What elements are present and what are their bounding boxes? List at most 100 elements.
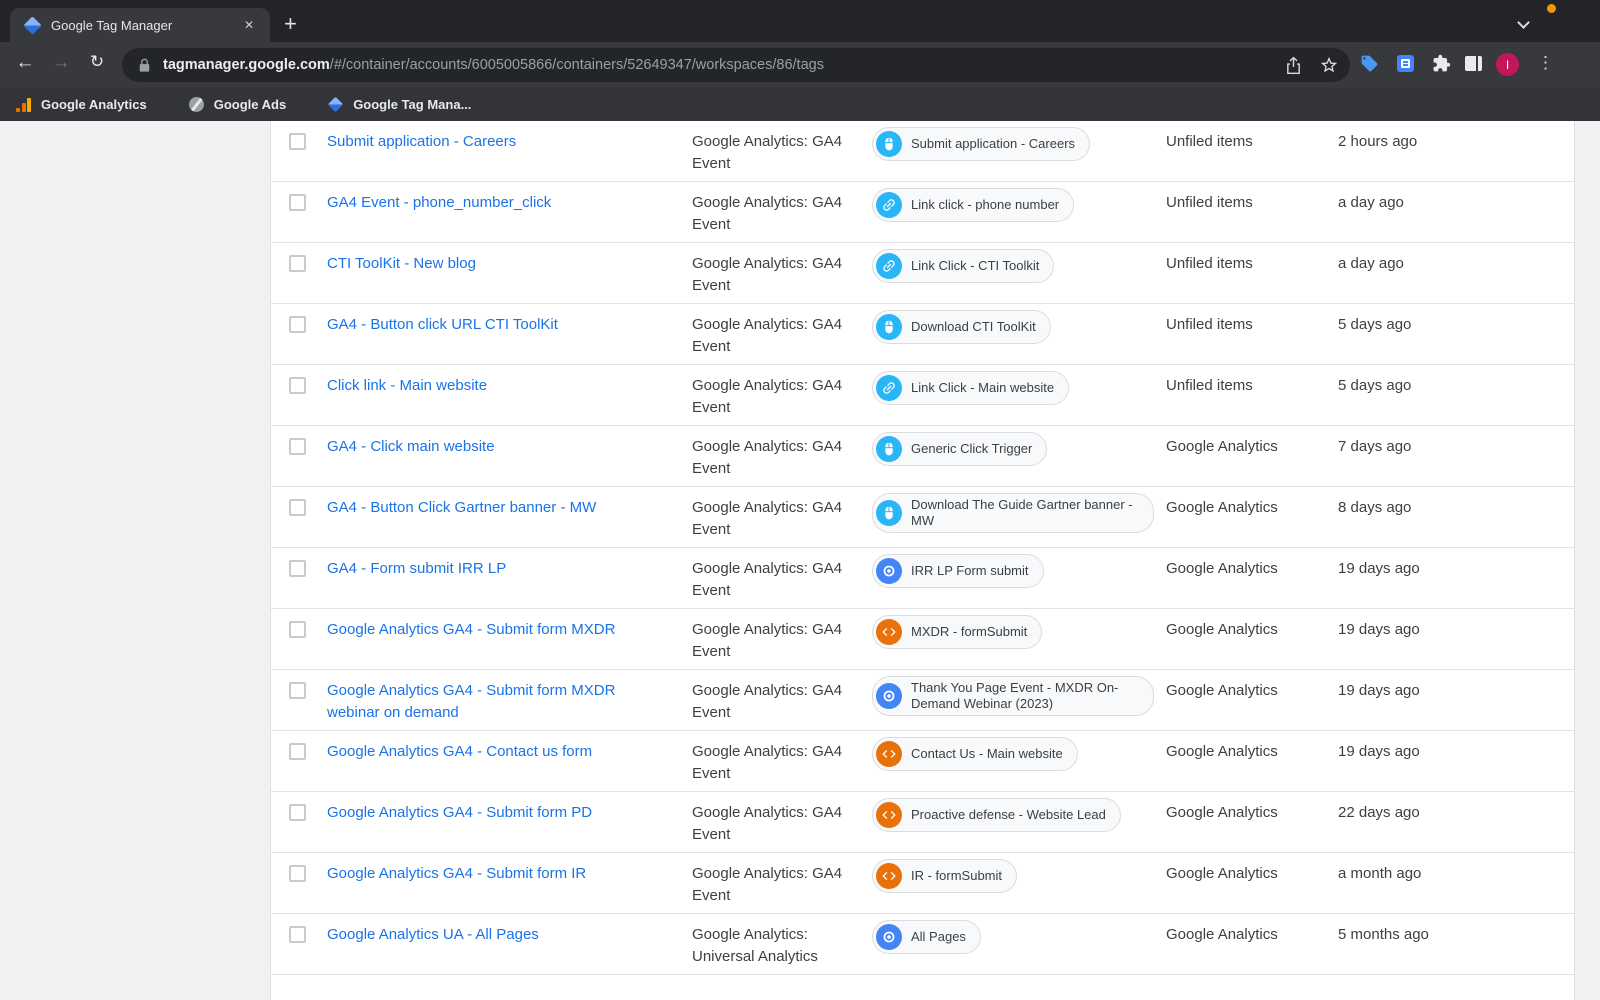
tab-close-icon[interactable]: ✕ bbox=[238, 16, 260, 34]
tag-name-link[interactable]: Google Analytics GA4 - Submit form MXDR bbox=[327, 621, 615, 638]
url-text[interactable]: tagmanager.google.com/#/container/accoun… bbox=[163, 57, 1267, 73]
last-edited-cell: a day ago bbox=[1338, 194, 1404, 211]
tag-name-cell: Google Analytics GA4 - Submit form MXDR … bbox=[327, 680, 692, 723]
tag-name-cell: GA4 - Click main website bbox=[327, 436, 692, 458]
table-row: Google Analytics UA - All Pages Google A… bbox=[271, 914, 1574, 975]
last-edited-cell: 5 months ago bbox=[1338, 926, 1429, 943]
row-checkbox[interactable] bbox=[289, 804, 306, 821]
last-edited-cell: 19 days ago bbox=[1338, 682, 1420, 699]
tag-name-link[interactable]: GA4 - Button Click Gartner banner - MW bbox=[327, 499, 596, 516]
row-checkbox[interactable] bbox=[289, 743, 306, 760]
trigger-label: Proactive defense - Website Lead bbox=[911, 807, 1106, 822]
tag-name-link[interactable]: Submit application - Careers bbox=[327, 133, 516, 150]
browser-menu-icon[interactable]: ⋮ bbox=[1537, 53, 1554, 73]
tag-name-link[interactable]: CTI ToolKit - New blog bbox=[327, 255, 476, 272]
trigger-pill[interactable]: Thank You Page Event - MXDR On-Demand We… bbox=[872, 676, 1154, 716]
firing-triggers-cell: Contact Us - Main website bbox=[872, 737, 1166, 771]
trigger-pill[interactable]: MXDR - formSubmit bbox=[872, 615, 1043, 649]
trigger-pill[interactable]: IRR LP Form submit bbox=[872, 554, 1044, 588]
trigger-pill[interactable]: Generic Click Trigger bbox=[872, 432, 1048, 466]
row-checkbox[interactable] bbox=[289, 682, 306, 699]
row-checkbox[interactable] bbox=[289, 560, 306, 577]
trigger-type-icon bbox=[876, 863, 902, 889]
firing-triggers-cell: Link Click - Main website bbox=[872, 371, 1166, 405]
row-checkbox[interactable] bbox=[289, 499, 306, 516]
row-checkbox[interactable] bbox=[289, 438, 306, 455]
share-icon[interactable] bbox=[1285, 56, 1302, 75]
trigger-pill[interactable]: All Pages bbox=[872, 920, 981, 954]
checkbox-cell bbox=[271, 924, 327, 943]
row-checkbox[interactable] bbox=[289, 621, 306, 638]
url-host: tagmanager.google.com bbox=[163, 57, 330, 73]
tag-name-cell: GA4 - Button Click Gartner banner - MW bbox=[327, 497, 692, 519]
row-checkbox[interactable] bbox=[289, 133, 306, 150]
address-bar[interactable]: tagmanager.google.com/#/container/accoun… bbox=[122, 48, 1350, 82]
tag-type-cell: Google Analytics: GA4 Event bbox=[692, 743, 843, 782]
row-checkbox[interactable] bbox=[289, 255, 306, 272]
extensions-puzzle-icon[interactable] bbox=[1432, 54, 1451, 78]
back-button[interactable]: ← bbox=[12, 52, 38, 74]
tag-type-cell: Google Analytics: Universal Analytics bbox=[692, 926, 818, 965]
tag-name-link[interactable]: GA4 - Form submit IRR LP bbox=[327, 560, 506, 577]
trigger-pill[interactable]: Submit application - Careers bbox=[872, 127, 1091, 161]
trigger-pill[interactable]: Link Click - CTI Toolkit bbox=[872, 249, 1055, 283]
side-panel-icon[interactable] bbox=[1465, 56, 1482, 71]
trigger-pill[interactable]: Link click - phone number bbox=[872, 188, 1075, 222]
forward-button[interactable]: → bbox=[48, 52, 74, 74]
tag-name-link[interactable]: Google Analytics UA - All Pages bbox=[327, 926, 539, 943]
trigger-pill[interactable]: Proactive defense - Website Lead bbox=[872, 798, 1121, 832]
row-checkbox[interactable] bbox=[289, 377, 306, 394]
firing-triggers-cell: Link Click - CTI Toolkit bbox=[872, 249, 1166, 283]
trigger-label: Submit application - Careers bbox=[911, 136, 1076, 151]
bookmark-google-analytics[interactable]: Google Analytics bbox=[16, 97, 147, 112]
trigger-pill[interactable]: IR - formSubmit bbox=[872, 859, 1018, 893]
folder-cell: Unfiled items bbox=[1166, 377, 1253, 394]
tag-name-link[interactable]: Google Analytics GA4 - Contact us form bbox=[327, 743, 592, 760]
bookmark-google-tag-manager[interactable]: Google Tag Mana... bbox=[327, 96, 472, 113]
last-edited-cell: 7 days ago bbox=[1338, 438, 1412, 455]
trigger-label: Link click - phone number bbox=[911, 197, 1060, 212]
folder-cell: Google Analytics bbox=[1166, 865, 1278, 882]
tag-name-link[interactable]: GA4 Event - phone_number_click bbox=[327, 194, 551, 211]
bookmark-label: Google Tag Mana... bbox=[353, 97, 472, 112]
browser-tab[interactable]: Google Tag Manager ✕ bbox=[10, 8, 270, 42]
table-row: GA4 - Button Click Gartner banner - MW G… bbox=[271, 487, 1574, 548]
row-checkbox[interactable] bbox=[289, 865, 306, 882]
tag-name-cell: Click link - Main website bbox=[327, 375, 692, 397]
profile-avatar[interactable]: I bbox=[1496, 53, 1519, 76]
table-row: GA4 Event - phone_number_click Google An… bbox=[271, 182, 1574, 243]
trigger-pill[interactable]: Contact Us - Main website bbox=[872, 737, 1078, 771]
trigger-type-icon bbox=[876, 436, 902, 462]
new-tab-button[interactable]: + bbox=[284, 10, 297, 38]
trigger-pill[interactable]: Download The Guide Gartner banner - MW bbox=[872, 493, 1154, 533]
table-row: Google Analytics GA4 - Submit form MXDR … bbox=[271, 609, 1574, 670]
tag-name-link[interactable]: GA4 - Button click URL CTI ToolKit bbox=[327, 316, 558, 333]
tag-name-link[interactable]: Google Analytics GA4 - Submit form MXDR … bbox=[327, 682, 615, 721]
checkbox-cell bbox=[271, 314, 327, 333]
row-checkbox[interactable] bbox=[289, 316, 306, 333]
trigger-type-icon bbox=[876, 253, 902, 279]
trigger-type-icon bbox=[876, 192, 902, 218]
gtm-page-background: Submit application - Careers Google Anal… bbox=[0, 121, 1600, 1000]
trigger-pill[interactable]: Download CTI ToolKit bbox=[872, 310, 1051, 344]
tab-search-chevron-icon[interactable] bbox=[1517, 16, 1530, 29]
trigger-type-icon bbox=[876, 558, 902, 584]
tag-name-link[interactable]: Click link - Main website bbox=[327, 377, 487, 394]
last-edited-cell: 22 days ago bbox=[1338, 804, 1420, 821]
firing-triggers-cell: Proactive defense - Website Lead bbox=[872, 798, 1166, 832]
tag-assistant-extension-icon[interactable] bbox=[1360, 54, 1379, 78]
folder-cell: Unfiled items bbox=[1166, 316, 1253, 333]
checkbox-cell bbox=[271, 436, 327, 455]
tag-name-link[interactable]: Google Analytics GA4 - Submit form IR bbox=[327, 865, 586, 882]
bookmark-google-ads[interactable]: Google Ads bbox=[188, 97, 286, 112]
firing-triggers-cell: Link click - phone number bbox=[872, 188, 1166, 222]
debugger-extension-icon[interactable] bbox=[1397, 55, 1414, 72]
folder-cell: Google Analytics bbox=[1166, 560, 1278, 577]
row-checkbox[interactable] bbox=[289, 926, 306, 943]
tag-name-link[interactable]: Google Analytics GA4 - Submit form PD bbox=[327, 804, 592, 821]
bookmark-star-icon[interactable] bbox=[1320, 56, 1338, 74]
row-checkbox[interactable] bbox=[289, 194, 306, 211]
reload-button[interactable]: ↻ bbox=[84, 52, 110, 72]
tag-name-link[interactable]: GA4 - Click main website bbox=[327, 438, 495, 455]
trigger-pill[interactable]: Link Click - Main website bbox=[872, 371, 1070, 405]
